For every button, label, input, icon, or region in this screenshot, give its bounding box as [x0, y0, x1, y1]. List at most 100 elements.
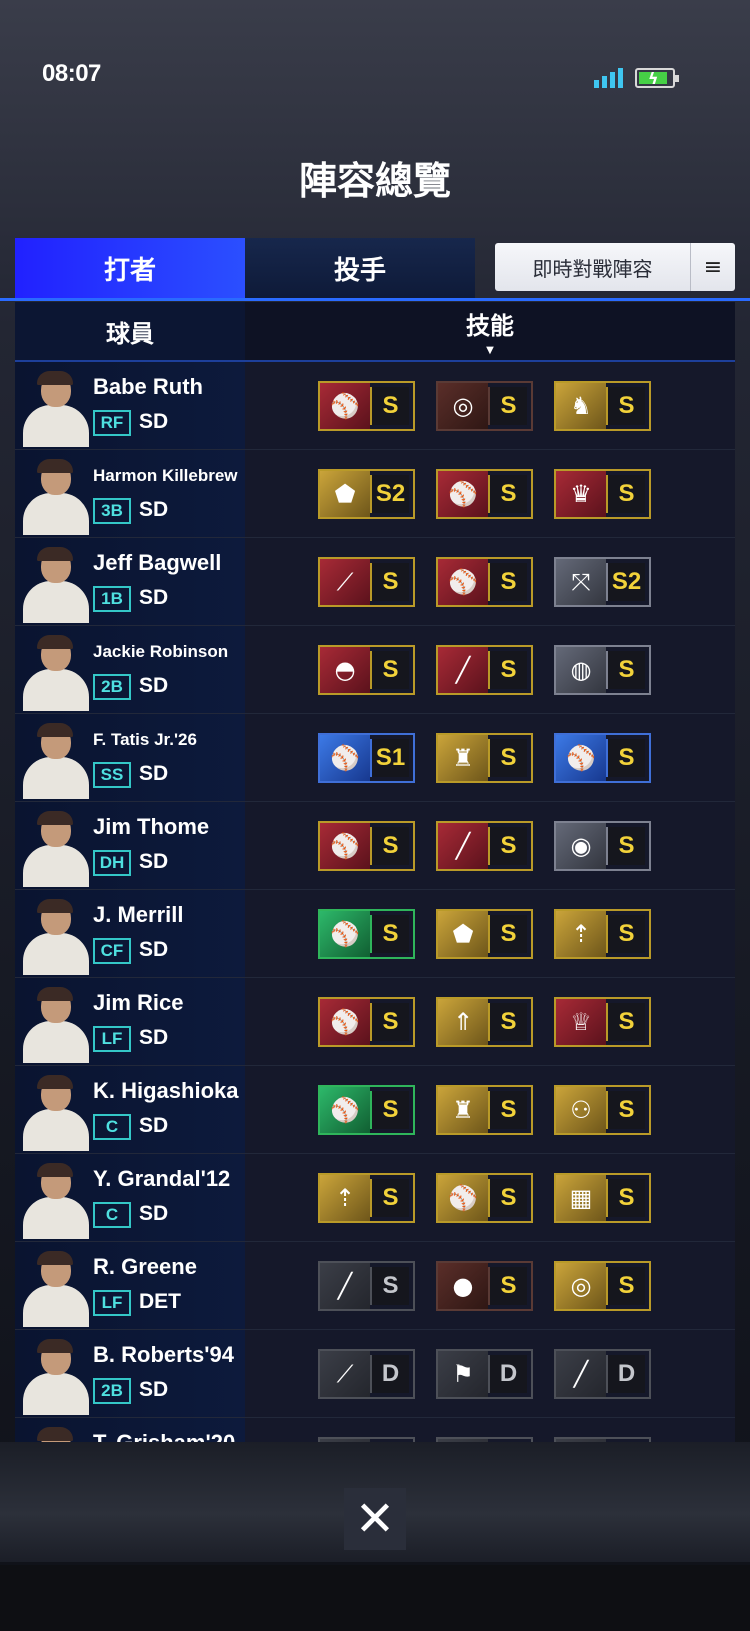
- player-cell[interactable]: T. Grisham'20 CF SD: [15, 1418, 245, 1442]
- player-cell[interactable]: B. Roberts'94 2B SD: [15, 1330, 245, 1417]
- skill-badge[interactable]: ⇡ S: [554, 908, 651, 959]
- skills-cell: ╱ D ⚾ D ╱ D: [245, 1418, 735, 1442]
- live-lineup-button[interactable]: 即時對戰陣容 ≡: [495, 243, 735, 291]
- skill-badge[interactable]: ⚾ S: [436, 468, 533, 519]
- player-cell[interactable]: Y. Grandal'12 C SD: [15, 1154, 245, 1241]
- skill-badge[interactable]: ◉ S: [554, 820, 651, 871]
- skills-cell: ⚾ S ╱ S ◉ S: [245, 802, 735, 889]
- player-cell[interactable]: Jackie Robinson 2B SD: [15, 626, 245, 713]
- player-row[interactable]: K. Higashioka C SD ⚾ S ♜ S ⚇ S: [15, 1066, 735, 1154]
- player-row[interactable]: J. Merrill CF SD ⚾ S ⬟ S ⇡ S: [15, 890, 735, 978]
- skill-badge[interactable]: ● S: [436, 1260, 533, 1311]
- bat-icon: ╱: [556, 1350, 606, 1397]
- skills-cell: ⚾ S ⬟ S ⇡ S: [245, 890, 735, 977]
- player-row[interactable]: R. Greene LF DET ╱ S ● S ◎ S: [15, 1242, 735, 1330]
- skill-grade: S: [606, 738, 645, 777]
- skill-grade: S: [606, 826, 645, 865]
- bat-icon: ╱: [438, 822, 488, 869]
- skill-badge[interactable]: ⚾ S: [318, 820, 415, 871]
- skill-badge[interactable]: ⬟ S: [436, 908, 533, 959]
- player-name: T. Grisham'20: [93, 1430, 235, 1442]
- player-row[interactable]: T. Grisham'20 CF SD ╱ D ⚾ D ╱ D: [15, 1418, 735, 1442]
- skill-badge[interactable]: ⟋ D: [318, 1348, 415, 1399]
- player-row[interactable]: B. Roberts'94 2B SD ⟋ D ⚑ D ╱ D: [15, 1330, 735, 1418]
- batter-icon: ⚾: [320, 734, 370, 781]
- batter-icon: ⚾: [438, 470, 488, 517]
- bat-icon: ╱: [438, 646, 488, 693]
- skill-badge[interactable]: ◍ S: [554, 644, 651, 695]
- skill-badge[interactable]: ╱ S: [436, 644, 533, 695]
- player-row[interactable]: Y. Grandal'12 C SD ⇡ S ⚾ S ▦ S: [15, 1154, 735, 1242]
- skill-badge[interactable]: ⚾ S: [436, 556, 533, 607]
- skill-badge[interactable]: ⟋ S: [318, 556, 415, 607]
- skill-badge[interactable]: ⚾ S: [318, 380, 415, 431]
- skill-badge[interactable]: ◓ S: [318, 644, 415, 695]
- player-row[interactable]: Harmon Killebrew 3B SD ⬟ S2 ⚾ S ♛ S: [15, 450, 735, 538]
- skill-badge[interactable]: ♞ S: [554, 380, 651, 431]
- helmet-icon: ◓: [320, 646, 370, 693]
- player-row[interactable]: F. Tatis Jr.'26 SS SD ⚾ S1 ♜ S ⚾ S: [15, 714, 735, 802]
- position-badge: 2B: [93, 1378, 131, 1404]
- skill-badge[interactable]: ⚇ S: [554, 1084, 651, 1135]
- menu-icon[interactable]: ≡: [690, 243, 735, 291]
- player-cell[interactable]: Babe Ruth RF SD: [15, 362, 245, 449]
- skill-badge[interactable]: ◎ S: [554, 1260, 651, 1311]
- skill-badge[interactable]: ╱ D: [554, 1348, 651, 1399]
- team-label: SD: [139, 850, 169, 873]
- skill-grade: S: [370, 1090, 409, 1129]
- skill-badge[interactable]: ♕ S: [554, 996, 651, 1047]
- player-cell[interactable]: R. Greene LF DET: [15, 1242, 245, 1329]
- skill-badge[interactable]: ▦ S: [554, 1172, 651, 1223]
- skill-grade: S: [488, 650, 527, 689]
- skill-badge[interactable]: ⬟ S2: [318, 468, 415, 519]
- skill-badge[interactable]: ♜ S: [436, 732, 533, 783]
- skill-badge[interactable]: ⇑ S: [436, 996, 533, 1047]
- skill-badge[interactable]: ╱ S: [318, 1260, 415, 1311]
- skill-badge[interactable]: ◎ S: [436, 380, 533, 431]
- tab-batters[interactable]: 打者: [15, 238, 245, 298]
- skill-badge[interactable]: ⚾ S: [554, 732, 651, 783]
- skill-badge[interactable]: ⤧ S2: [554, 556, 651, 607]
- baseball-target-icon: ◎: [438, 382, 488, 429]
- bat-up-icon: ⇡: [320, 1174, 370, 1221]
- skill-badge[interactable]: ⚾ S: [318, 908, 415, 959]
- player-cell[interactable]: Jim Thome DH SD: [15, 802, 245, 889]
- player-row[interactable]: Jim Rice LF SD ⚾ S ⇑ S ♕ S: [15, 978, 735, 1066]
- position-badge: C: [93, 1202, 131, 1228]
- skills-cell: ◓ S ╱ S ◍ S: [245, 626, 735, 713]
- skill-badge[interactable]: ╱ S: [436, 820, 533, 871]
- tab-pitchers[interactable]: 投手: [245, 238, 475, 298]
- team-label: SD: [139, 1202, 169, 1225]
- skill-badge[interactable]: ♜ S: [436, 1084, 533, 1135]
- close-button[interactable]: ✕: [344, 1488, 406, 1550]
- player-row[interactable]: Jim Thome DH SD ⚾ S ╱ S ◉ S: [15, 802, 735, 890]
- skill-badge[interactable]: ⇡ S: [318, 1172, 415, 1223]
- player-name: Jim Thome: [93, 814, 210, 839]
- skill-grade: S1: [370, 738, 409, 777]
- player-cell[interactable]: F. Tatis Jr.'26 SS SD: [15, 714, 245, 801]
- player-name: Jim Rice: [93, 990, 184, 1015]
- player-cell[interactable]: J. Merrill CF SD: [15, 890, 245, 977]
- status-bar: 08:07 ϟ: [42, 60, 679, 100]
- player-cell[interactable]: Jim Rice LF SD: [15, 978, 245, 1065]
- player-cell[interactable]: K. Higashioka C SD: [15, 1066, 245, 1153]
- skill-grade: S: [488, 1090, 527, 1129]
- position-badge: C: [93, 1114, 131, 1140]
- skill-badge[interactable]: ♛ S: [554, 468, 651, 519]
- skill-badge[interactable]: ⚑ D: [436, 1348, 533, 1399]
- player-row[interactable]: Jackie Robinson 2B SD ◓ S ╱ S ◍ S: [15, 626, 735, 714]
- battery-icon: ϟ: [635, 68, 679, 88]
- skill-badge[interactable]: ⚾ S: [318, 1084, 415, 1135]
- skill-grade: S: [370, 1266, 409, 1305]
- skill-badge[interactable]: ⚾ S: [318, 996, 415, 1047]
- skills-cell: ╱ S ● S ◎ S: [245, 1242, 735, 1329]
- skill-badge[interactable]: ⚾ S: [436, 1172, 533, 1223]
- skill-grade: S: [370, 914, 409, 953]
- player-row[interactable]: Jeff Bagwell 1B SD ⟋ S ⚾ S ⤧ S2: [15, 538, 735, 626]
- player-cell[interactable]: Harmon Killebrew 3B SD: [15, 450, 245, 537]
- knight-icon: ♞: [556, 382, 606, 429]
- player-cell[interactable]: Jeff Bagwell 1B SD: [15, 538, 245, 625]
- player-row[interactable]: Babe Ruth RF SD ⚾ S ◎ S ♞ S: [15, 362, 735, 450]
- header-skills[interactable]: 技能 ▼: [245, 302, 735, 360]
- skill-badge[interactable]: ⚾ S1: [318, 732, 415, 783]
